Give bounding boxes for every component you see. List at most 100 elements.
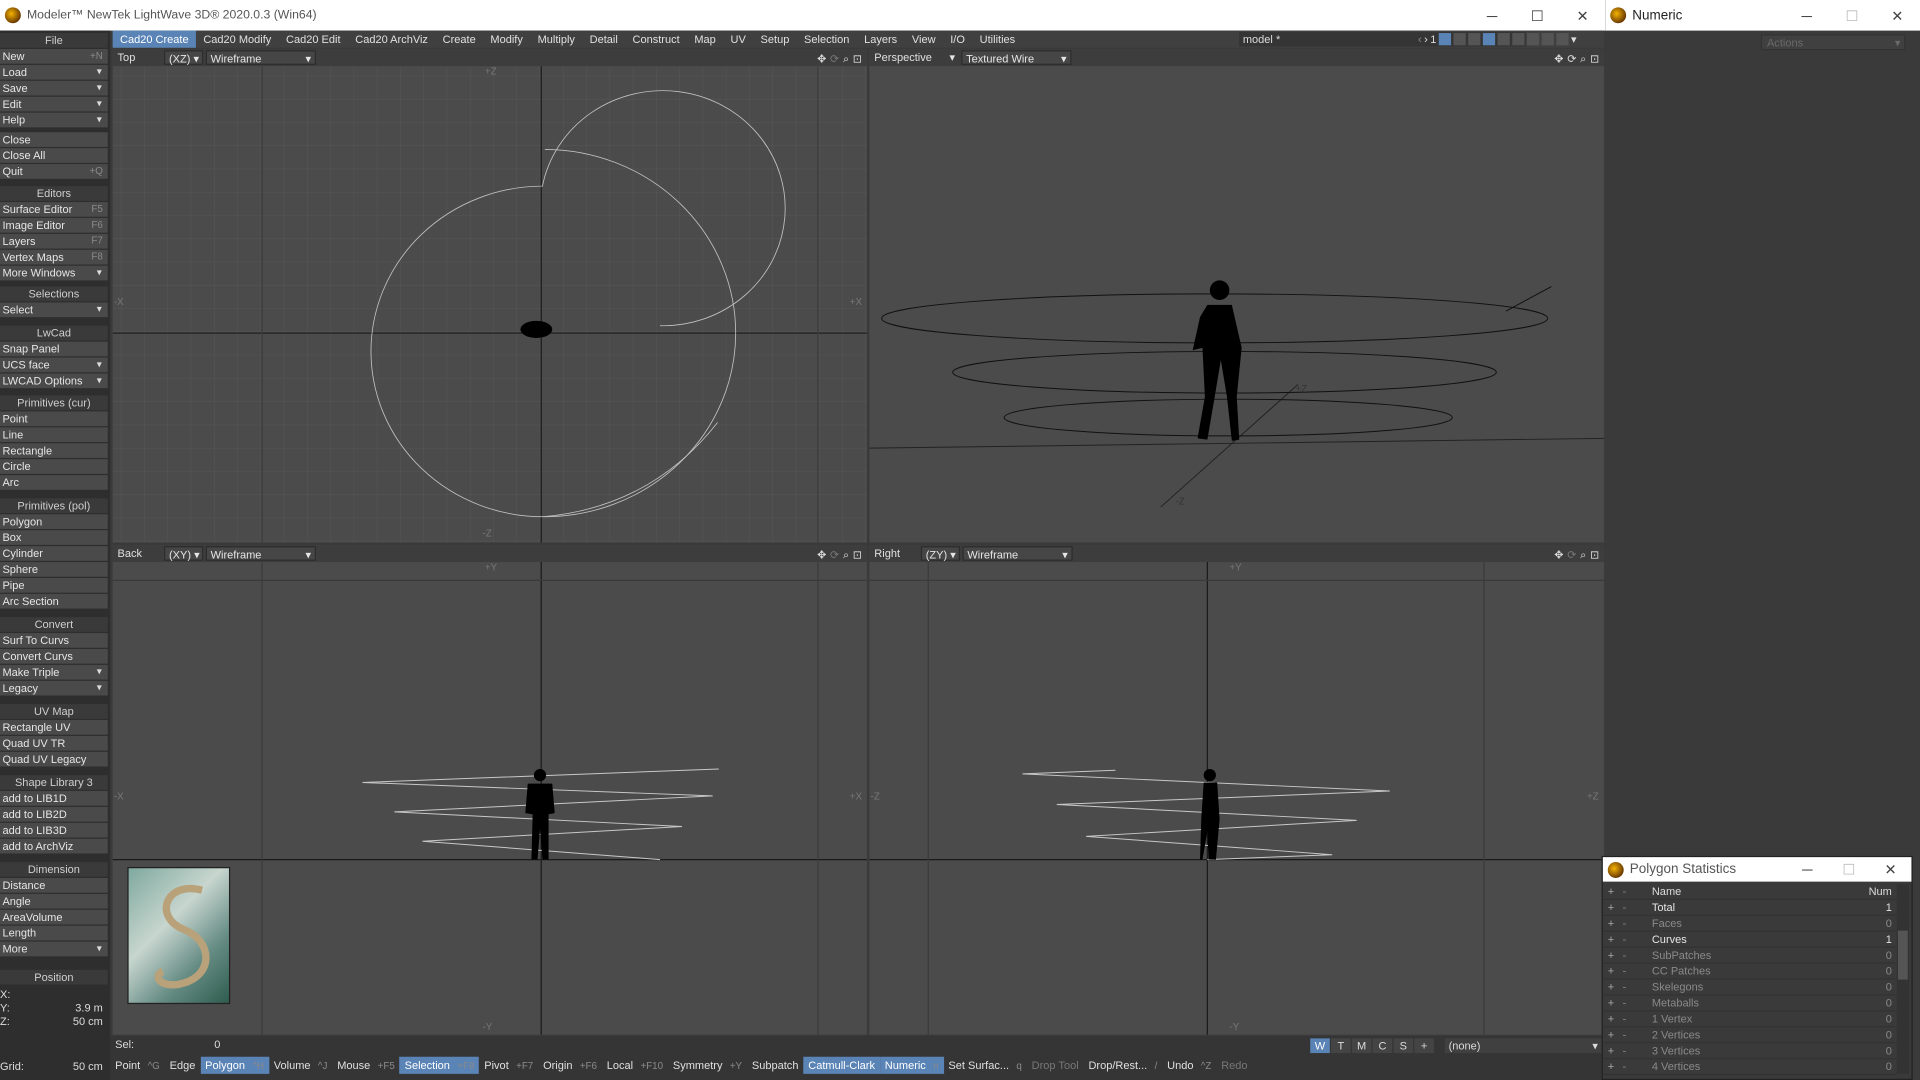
- tab-modify[interactable]: Modify: [483, 31, 530, 48]
- menu-button-image-editor[interactable]: Image Editor F6: [0, 217, 108, 233]
- menu-button-load[interactable]: Load ▾: [0, 64, 108, 80]
- rotate-view-icon[interactable]: ⟳: [1567, 50, 1576, 67]
- maximize-icon[interactable]: ☐: [1828, 857, 1870, 881]
- actions-select[interactable]: Actions ▾: [1760, 34, 1906, 51]
- maximize-icon[interactable]: ☐: [1829, 0, 1874, 31]
- tab-map[interactable]: Map: [687, 31, 723, 48]
- layer-slot[interactable]: [1512, 33, 1525, 46]
- mode-button-subpatch[interactable]: Subpatch: [747, 1057, 803, 1074]
- menu-button-surface-editor[interactable]: Surface Editor F5: [0, 202, 108, 217]
- zoom-icon[interactable]: ⌕: [843, 50, 849, 67]
- menu-button-length[interactable]: Length: [0, 925, 108, 941]
- maximize-viewport-icon[interactable]: ⊡: [1590, 50, 1599, 67]
- tab-i-o[interactable]: I/O: [943, 31, 972, 48]
- menu-button-box[interactable]: Box: [0, 530, 108, 545]
- table-row[interactable]: + - CC Patches 0: [1602, 964, 1897, 980]
- minus-icon[interactable]: -: [1622, 948, 1626, 964]
- menu-button-add-to-lib3d[interactable]: add to LIB3D: [0, 822, 108, 838]
- menu-button-arc-section[interactable]: Arc Section: [0, 593, 108, 609]
- viewport-canvas[interactable]: +Z -Z: [869, 66, 1605, 542]
- plus-icon[interactable]: +: [1608, 1059, 1614, 1075]
- layer-slot[interactable]: [1556, 33, 1569, 46]
- render-mode-select[interactable]: Textured Wire ▾: [961, 50, 1072, 65]
- view-type[interactable]: Top: [113, 49, 136, 66]
- menu-button-lwcad-options[interactable]: LWCAD Options ▾: [0, 373, 108, 389]
- tab-create[interactable]: Create: [435, 31, 483, 48]
- menu-button-add-to-lib2d[interactable]: add to LIB2D: [0, 806, 108, 822]
- menu-button-more[interactable]: More ▾: [0, 941, 108, 957]
- rotate-view-icon[interactable]: ⟳: [830, 546, 839, 563]
- plus-icon[interactable]: +: [1608, 980, 1614, 996]
- table-row[interactable]: + - Metaballs 0: [1602, 996, 1897, 1012]
- wtm-button[interactable]: M: [1351, 1038, 1372, 1054]
- axis-select[interactable]: (XY) ▾: [164, 546, 204, 561]
- close-icon[interactable]: ✕: [1870, 857, 1912, 881]
- mode-button-drop-rest-[interactable]: Drop/Rest... /: [1084, 1057, 1163, 1074]
- table-row[interactable]: + - Curves 1: [1602, 932, 1897, 948]
- table-row[interactable]: + - Total 1: [1602, 900, 1897, 916]
- layer-slot[interactable]: [1526, 33, 1540, 46]
- mode-button-volume[interactable]: Volume ^J: [269, 1057, 332, 1074]
- layer-slot[interactable]: [1468, 33, 1481, 46]
- table-row[interactable]: + - 3 Vertices 0: [1602, 1043, 1897, 1060]
- viewport-canvas[interactable]: +Z -Z -X +X: [112, 66, 867, 543]
- minus-icon[interactable]: -: [1622, 1011, 1626, 1027]
- tab-cad20-modify[interactable]: Cad20 Modify: [196, 31, 279, 48]
- menu-button-rectangle[interactable]: Rectangle: [0, 443, 108, 458]
- mode-button-undo[interactable]: Undo ^Z: [1162, 1057, 1216, 1074]
- axis-select[interactable]: (ZY) ▾: [920, 546, 961, 561]
- menu-button-quad-uv-legacy[interactable]: Quad UV Legacy: [0, 751, 108, 767]
- plus-icon[interactable]: +: [1608, 932, 1614, 948]
- prev-layer-icon[interactable]: ‹: [1418, 33, 1422, 45]
- mode-button-redo[interactable]: Redo: [1216, 1057, 1252, 1074]
- mode-button-drop-tool[interactable]: Drop Tool: [1027, 1057, 1084, 1074]
- minus-icon[interactable]: -: [1622, 964, 1626, 980]
- wtm-button[interactable]: S: [1393, 1038, 1414, 1054]
- render-mode-select[interactable]: Wireframe ▾: [205, 50, 316, 65]
- maximize-viewport-icon[interactable]: ⊡: [853, 50, 862, 67]
- tab-uv[interactable]: UV: [723, 31, 753, 48]
- layer-slot-active[interactable]: [1482, 33, 1496, 46]
- render-mode-select[interactable]: Wireframe ▾: [962, 546, 1073, 561]
- menu-button-polygon[interactable]: Polygon: [0, 514, 108, 529]
- move-view-icon[interactable]: ✥: [817, 546, 826, 563]
- mode-button-origin[interactable]: Origin +F6: [538, 1057, 602, 1074]
- move-view-icon[interactable]: ✥: [1554, 546, 1563, 563]
- viewport-canvas[interactable]: +Y -Y -Z +Z: [869, 562, 1605, 1035]
- menu-button-quit[interactable]: Quit +Q: [0, 164, 108, 179]
- mode-button-local[interactable]: Local +F10: [602, 1057, 668, 1074]
- viewport-top[interactable]: Top (XZ) ▾ Wireframe ▾ ✥ ⟳ ⌕ ⊡ +Z -Z -X +X: [112, 48, 867, 543]
- mode-button-edge[interactable]: Edge: [165, 1057, 201, 1074]
- mode-button-polygon[interactable]: Polygon ^H: [200, 1056, 269, 1074]
- minus-icon[interactable]: -: [1622, 916, 1626, 932]
- plus-icon[interactable]: +: [1608, 964, 1614, 980]
- viewport-right[interactable]: Right (ZY) ▾ Wireframe ▾ ✥ ⟳ ⌕ ⊡ +Y -Y -Z +Z: [869, 544, 1605, 1035]
- mode-button-mouse[interactable]: Mouse +F5: [332, 1057, 399, 1074]
- menu-button-arc[interactable]: Arc: [0, 475, 108, 490]
- table-row[interactable]: + - Skelegons 0: [1602, 980, 1897, 996]
- menu-button-add-to-lib1d[interactable]: add to LIB1D: [0, 791, 108, 806]
- menu-button-more-windows[interactable]: More Windows ▾: [0, 265, 108, 281]
- menu-button-quad-uv-tr[interactable]: Quad UV TR: [0, 735, 108, 751]
- maximize-icon[interactable]: ☐: [1515, 0, 1560, 31]
- menu-button-ucs-face[interactable]: UCS face ▾: [0, 357, 108, 373]
- tab-view[interactable]: View: [905, 31, 943, 48]
- table-row[interactable]: + - 2 Vertices 0: [1602, 1027, 1897, 1044]
- tab-multiply[interactable]: Multiply: [530, 31, 582, 48]
- plus-icon[interactable]: +: [1608, 1027, 1614, 1043]
- render-mode-select[interactable]: Wireframe ▾: [205, 546, 316, 561]
- tab-detail[interactable]: Detail: [582, 31, 625, 48]
- menu-button-sphere[interactable]: Sphere: [0, 562, 108, 577]
- wtm-button[interactable]: +: [1414, 1038, 1434, 1054]
- menu-button-convert-curvs[interactable]: Convert Curvs: [0, 648, 108, 664]
- table-row[interactable]: + - Faces 0: [1602, 916, 1897, 932]
- menu-button-vertex-maps[interactable]: Vertex Maps F8: [0, 249, 108, 265]
- table-row[interactable]: + - 4 Vertices 0: [1602, 1059, 1897, 1076]
- layer-select[interactable]: (none) ▾: [1444, 1038, 1602, 1054]
- mode-button-set-surfac-[interactable]: Set Surfac... q: [944, 1057, 1027, 1074]
- plus-icon[interactable]: +: [1608, 948, 1614, 964]
- menu-button-rectangle-uv[interactable]: Rectangle UV: [0, 720, 108, 735]
- table-row[interactable]: + - 1 Vertex 0: [1602, 1011, 1897, 1028]
- menu-button-close-all[interactable]: Close All: [0, 148, 108, 163]
- wtm-button[interactable]: T: [1331, 1038, 1351, 1054]
